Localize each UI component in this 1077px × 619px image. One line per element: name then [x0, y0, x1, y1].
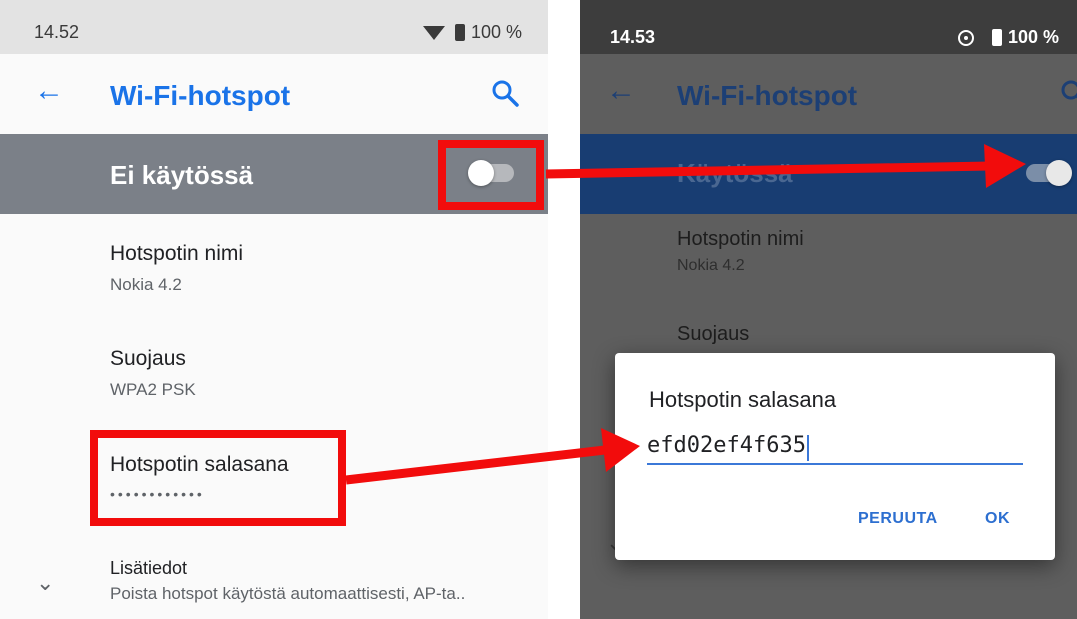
arrow-to-password-field [345, 428, 640, 485]
annotation-arrows [345, 144, 1026, 485]
arrow-to-toggle [545, 144, 1026, 188]
